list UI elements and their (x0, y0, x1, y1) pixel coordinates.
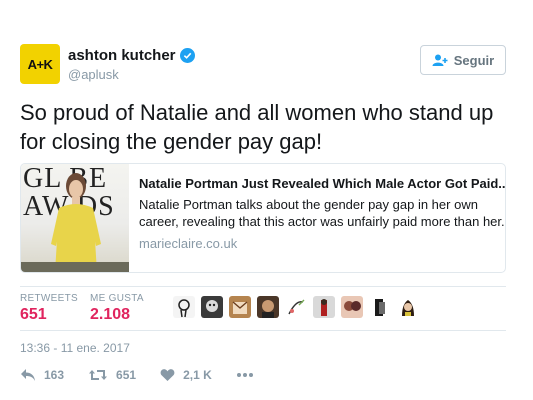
liker-avatars (173, 296, 425, 318)
action-bar: 163 651 2,1 K (20, 368, 286, 382)
heart-icon (160, 369, 175, 381)
liker-avatar[interactable] (285, 296, 307, 318)
tweet-timestamp[interactable]: 13:36 - 11 ene. 2017 (20, 341, 130, 355)
retweets-label: RETWEETS (20, 293, 78, 304)
liker-avatar[interactable] (173, 296, 195, 318)
retweet-count: 651 (116, 368, 137, 382)
card-domain[interactable]: marieclaire.co.uk (139, 236, 505, 251)
follow-button[interactable]: Seguir (420, 45, 506, 75)
liker-avatar[interactable] (341, 296, 363, 318)
divider-bottom (20, 330, 506, 331)
verified-badge-icon (179, 48, 195, 63)
follow-button-label: Seguir (453, 52, 495, 68)
divider-top (20, 286, 506, 287)
card-description: Natalie Portman talks about the gender p… (139, 197, 505, 229)
handle[interactable]: @aplusk (68, 67, 119, 82)
display-name[interactable]: ashton kutcher (68, 47, 176, 64)
tweet: A+K ashton kutcher @aplusk Seguir So pro… (0, 0, 533, 400)
liker-avatar[interactable] (201, 296, 223, 318)
card-title[interactable]: Natalie Portman Just Revealed Which Male… (139, 176, 505, 191)
likes-stat[interactable]: ME GUSTA 2.108 (90, 293, 144, 324)
retweets-stat[interactable]: RETWEETS 651 (20, 293, 78, 324)
liker-avatar[interactable] (369, 296, 391, 318)
like-count: 2,1 K (183, 368, 212, 382)
card-image[interactable]: GL BE AW DS (21, 164, 129, 272)
reply-icon (21, 369, 35, 381)
retweets-value: 651 (20, 306, 47, 323)
more-dots-icon (236, 373, 253, 377)
more-button[interactable] (236, 372, 262, 378)
retweet-icon (89, 370, 108, 380)
liker-avatar[interactable] (397, 296, 419, 318)
reply-count: 163 (44, 368, 65, 382)
liker-avatar[interactable] (229, 296, 251, 318)
liker-avatar[interactable] (257, 296, 279, 318)
link-card[interactable]: GL BE AW DS Natalie Portman Just Reveale… (20, 163, 506, 273)
likes-value: 2.108 (90, 306, 131, 323)
like-button[interactable]: 2,1 K (160, 368, 212, 382)
avatar[interactable]: A+K (20, 44, 60, 84)
portrait-illustration (21, 173, 129, 272)
retweet-button[interactable]: 651 (88, 368, 136, 382)
liker-avatar[interactable] (313, 296, 335, 318)
likes-label: ME GUSTA (90, 293, 144, 304)
tweet-text: So proud of Natalie and all women who st… (20, 100, 494, 154)
add-user-icon (432, 54, 448, 66)
author-name-row[interactable]: ashton kutcher (68, 47, 195, 64)
card-body[interactable]: Natalie Portman Just Revealed Which Male… (129, 164, 505, 272)
reply-button[interactable]: 163 (20, 368, 64, 382)
